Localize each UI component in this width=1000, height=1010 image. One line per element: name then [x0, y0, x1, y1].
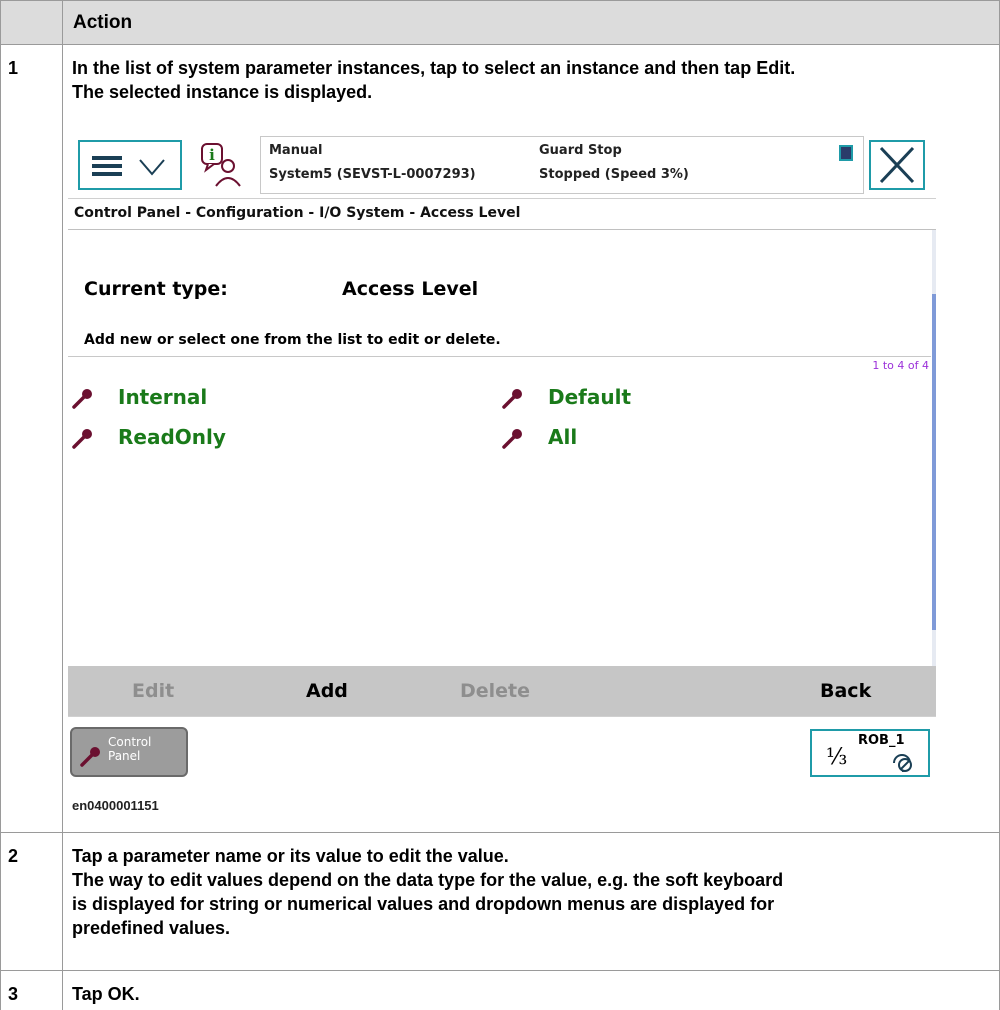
step-number: 3 [8, 984, 19, 1004]
close-icon [879, 146, 915, 184]
hamburger-icon [92, 156, 122, 176]
taskbar: Control Panel ROB_1 ⅓ [68, 716, 936, 784]
quickset-icon [839, 145, 853, 161]
robot-name: ROB_1 [858, 733, 905, 748]
add-button[interactable]: Add [306, 680, 348, 702]
svg-text:i: i [209, 146, 215, 164]
task-fraction: ⅓ [826, 745, 848, 770]
step-2-text: Tap a parameter name or its value to edi… [72, 846, 784, 938]
figure-caption: en0400001151 [72, 798, 159, 813]
chevron-down-icon [139, 159, 165, 176]
wrench-icon [72, 389, 92, 409]
list-item-label: Default [548, 385, 632, 409]
table-column-divider [62, 45, 63, 1010]
step-number: 2 [8, 846, 19, 866]
wrench-icon [72, 429, 92, 449]
controller-state: Guard Stop [539, 143, 622, 158]
status-bar[interactable]: Manual System5 (SEVST-L-0007293) Guard S… [260, 136, 864, 194]
run-mode-icon [893, 754, 912, 772]
step-number: 1 [8, 58, 19, 78]
program-state: Stopped (Speed 3%) [539, 167, 689, 182]
flexpendant-screenshot: i Manual System5 (SEVST-L-0007293) Guard… [68, 134, 936, 784]
instruction-text: Add new or select one from the list to e… [84, 332, 501, 348]
list-range: 1 to 4 of 4 [872, 359, 929, 372]
list-item-label: All [548, 425, 578, 449]
current-type-label: Current type: [84, 278, 228, 300]
list-item[interactable]: All [502, 423, 902, 453]
list-item[interactable]: ReadOnly [72, 423, 472, 453]
wrench-icon [502, 429, 522, 449]
step-3-text: Tap OK. [72, 984, 140, 1004]
scrollbar-thumb[interactable] [932, 294, 936, 630]
quickset-robot-button[interactable]: ROB_1 ⅓ [810, 729, 930, 777]
table-border-left [0, 45, 1, 1010]
control-panel-label: Control Panel [108, 735, 152, 763]
wrench-icon [502, 389, 522, 409]
back-button[interactable]: Back [820, 680, 871, 702]
list-item[interactable]: Internal [72, 383, 472, 413]
header-action-label: Action [73, 12, 133, 33]
breadcrumb-text: Control Panel - Configuration - I/O Syst… [74, 205, 521, 221]
control-panel-task-button[interactable]: Control Panel [70, 727, 188, 777]
wrench-icon [80, 747, 100, 767]
list-item-label: Internal [118, 385, 208, 409]
top-bar: i Manual System5 (SEVST-L-0007293) Guard… [68, 134, 936, 198]
delete-button[interactable]: Delete [460, 680, 530, 702]
command-bar: Edit Add Delete Back [68, 666, 936, 716]
row-divider-2 [0, 970, 1000, 971]
current-type-value: Access Level [342, 278, 479, 300]
instance-list: 1 to 4 of 4 Internal Default ReadOnly Al… [68, 356, 931, 666]
system-name: System5 (SEVST-L-0007293) [269, 167, 476, 182]
breadcrumb: Control Panel - Configuration - I/O Syst… [68, 198, 936, 230]
procedure-table: Action 1 In the list of system parameter… [0, 0, 1000, 1010]
step-1-text: In the list of system parameter instance… [72, 58, 796, 102]
list-item[interactable]: Default [502, 383, 902, 413]
header-number-cell [1, 1, 63, 45]
event-log-icon[interactable]: i [198, 142, 246, 190]
table-header-row: Action [0, 0, 1000, 45]
row-divider-1 [0, 832, 1000, 833]
main-menu-button[interactable] [78, 140, 182, 190]
edit-button[interactable]: Edit [132, 680, 174, 702]
operating-mode: Manual [269, 143, 323, 158]
list-item-label: ReadOnly [118, 425, 226, 449]
close-button[interactable] [869, 140, 925, 190]
